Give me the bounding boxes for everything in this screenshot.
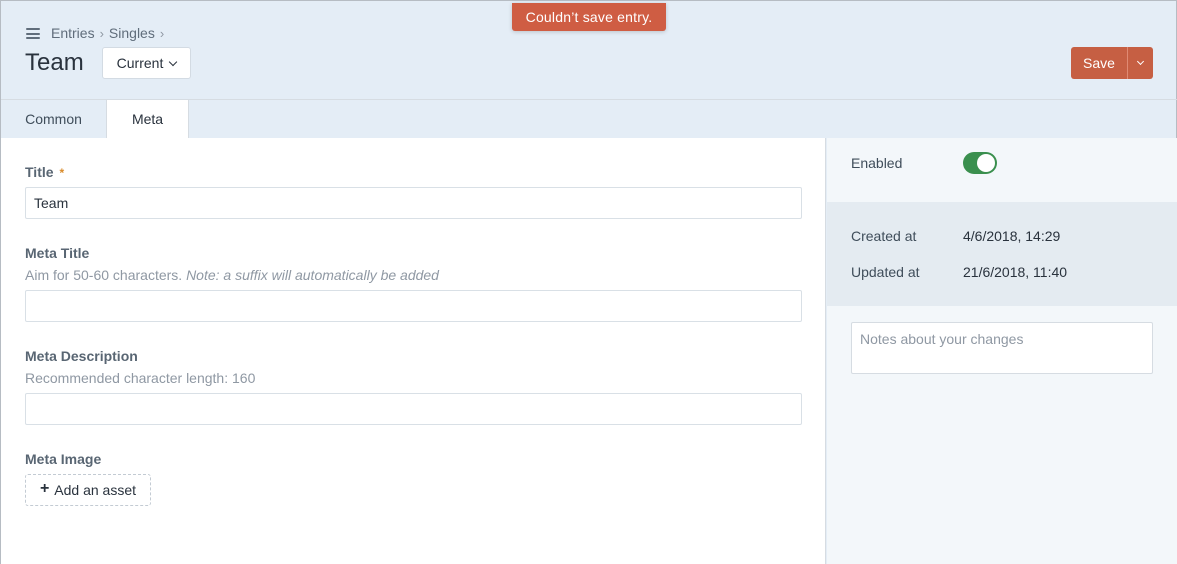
- save-button[interactable]: Save: [1071, 47, 1127, 79]
- save-button-group: Save: [1071, 47, 1153, 79]
- created-at-label: Created at: [851, 228, 917, 244]
- meta-image-field-label: Meta Image: [25, 451, 102, 467]
- notification-text: Couldn’t save entry.: [525, 9, 653, 25]
- entry-details-sidebar: Enabled Created at 4/6/2018, 14:29 Updat…: [827, 138, 1177, 564]
- enabled-section: Enabled: [827, 138, 1177, 202]
- tab-meta[interactable]: Meta: [106, 99, 189, 138]
- meta-title-instructions: Aim for 50-60 characters. Note: a suffix…: [25, 267, 439, 283]
- meta-title-field-label: Meta Title: [25, 245, 90, 261]
- enabled-toggle[interactable]: [963, 152, 997, 174]
- meta-title-instructions-note: Note: a suffix will automatically be add…: [186, 267, 439, 283]
- breadcrumb: Entries › Singles ›: [51, 25, 164, 41]
- meta-title-instructions-text: Aim for 50-60 characters.: [25, 267, 183, 283]
- chevron-down-icon: [1136, 57, 1145, 66]
- tab-common[interactable]: Common: [1, 99, 106, 138]
- updated-at-value: 21/6/2018, 11:40: [963, 264, 1068, 280]
- title-label-text: Title: [25, 164, 54, 180]
- enabled-label: Enabled: [851, 155, 903, 171]
- site-menu-label: Current: [116, 55, 164, 71]
- created-at-value: 4/6/2018, 14:29: [963, 228, 1061, 244]
- plus-icon: +: [39, 480, 50, 497]
- entry-meta-section: Created at 4/6/2018, 14:29 Updated at 21…: [827, 202, 1177, 306]
- tab-bar: Common Meta: [1, 99, 189, 138]
- title-field-label: Title *: [25, 164, 64, 180]
- updated-at-label: Updated at: [851, 264, 920, 280]
- chevron-down-icon: [169, 57, 178, 66]
- add-asset-button[interactable]: + Add an asset: [25, 474, 151, 506]
- breadcrumb-singles[interactable]: Singles: [109, 25, 155, 41]
- required-indicator: *: [59, 166, 65, 180]
- site-menu-button[interactable]: Current: [102, 47, 191, 79]
- meta-description-instructions: Recommended character length: 160: [25, 370, 256, 386]
- page-title: Team: [25, 49, 84, 76]
- error-notification: Couldn’t save entry.: [512, 3, 666, 31]
- app-window: Couldn’t save entry. Entries › Singles ›…: [0, 0, 1177, 564]
- meta-description-field-label: Meta Description: [25, 348, 138, 364]
- revision-notes-input[interactable]: Notes about your changes: [851, 322, 1153, 374]
- add-asset-label: Add an asset: [54, 482, 137, 498]
- hamburger-menu-icon[interactable]: [26, 28, 40, 39]
- toggle-knob: [977, 154, 995, 172]
- entry-fields-panel: Title * Team Meta Title Aim for 50-60 cha…: [1, 138, 826, 564]
- title-input-value: Team: [34, 195, 69, 211]
- breadcrumb-entries[interactable]: Entries: [51, 25, 95, 41]
- revision-notes-placeholder: Notes about your changes: [860, 331, 1024, 347]
- meta-description-input[interactable]: [25, 393, 802, 425]
- meta-title-input[interactable]: [25, 290, 802, 322]
- breadcrumb-separator-icon: ›: [99, 25, 104, 41]
- title-input[interactable]: Team: [25, 187, 802, 219]
- breadcrumb-separator-icon: ›: [159, 25, 165, 41]
- save-options-button[interactable]: [1127, 47, 1153, 79]
